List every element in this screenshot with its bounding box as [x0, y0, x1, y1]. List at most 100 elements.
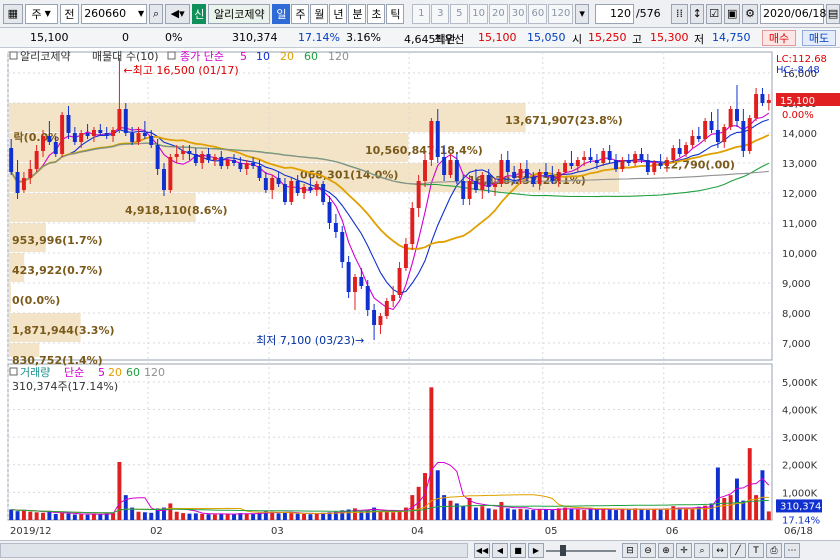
more-icon[interactable]: ⋯ — [784, 543, 800, 558]
candle-body — [130, 133, 135, 142]
zoom-out-icon[interactable]: ⊖ — [640, 543, 656, 558]
minute-tab-30[interactable]: 30 — [508, 3, 528, 24]
zoom-fit-icon[interactable]: ⊟ — [622, 543, 638, 558]
speaker-icon[interactable]: ◀▾ — [164, 3, 191, 24]
candle-body — [21, 178, 26, 190]
volume-bar — [53, 513, 58, 520]
price-change: 0 — [122, 31, 129, 44]
volume-bar — [512, 509, 517, 520]
volume-profile-label: 0(0.0%) — [12, 294, 60, 307]
period-tab-6[interactable]: 틱 — [386, 3, 405, 24]
candle-body — [314, 184, 319, 190]
candle-body — [435, 121, 440, 157]
volume-bar — [359, 511, 364, 520]
price-tick-label: 14,000 — [782, 129, 817, 140]
save-icon[interactable]: ▣ — [724, 3, 741, 24]
settings-icon[interactable]: ⚙ — [742, 3, 759, 24]
volume-bar — [569, 508, 574, 520]
candle-body — [378, 316, 383, 325]
view-tools: ⊟ ⊖ ⊕ ✛ ⌕ ↔ ╱ T ⎙ ⋯ — [622, 543, 800, 558]
candle-body — [47, 136, 52, 142]
volume-bar — [302, 513, 307, 520]
volume-value: 310,374 — [232, 31, 278, 44]
period-tab-2[interactable]: 월 — [310, 3, 329, 24]
play-prev-button[interactable]: ◀ — [492, 543, 508, 558]
volume-bar — [728, 495, 733, 520]
date-tick-label: 06 — [666, 526, 679, 537]
magnify-icon[interactable]: ⌕ — [694, 543, 710, 558]
minute-tab-60[interactable]: 60 — [528, 3, 548, 24]
stock-code-input[interactable]: 260660 ▼ — [81, 3, 148, 24]
arrows-icon[interactable]: ↔ — [712, 543, 728, 558]
chart-menu-icon[interactable]: ▦ — [3, 3, 23, 24]
volume-bar — [722, 497, 727, 520]
market-type-select[interactable]: 주 ▼ — [24, 3, 58, 24]
legend-hc: HC:-8.48 — [776, 65, 820, 76]
volume-bar — [21, 510, 26, 520]
chevron-down-icon: ▼ — [44, 9, 51, 18]
candle-body — [467, 181, 472, 199]
zoom-slider-thumb[interactable] — [560, 545, 566, 556]
zoom-slider[interactable] — [546, 545, 616, 556]
volume-bar — [677, 507, 682, 520]
candle-body — [397, 268, 402, 295]
stock-chart[interactable]: 7,000 8,000 9,000 10,000 11,000 12,000 13,000 1… — [0, 50, 840, 540]
line-tool-icon[interactable]: ╱ — [730, 543, 746, 558]
calendar-icon[interactable]: ▤ — [826, 3, 840, 24]
volume-bar — [448, 500, 453, 520]
buy-button[interactable]: 매수 — [762, 30, 796, 46]
candle-body — [15, 172, 20, 193]
search-icon[interactable]: ⌕ — [149, 3, 163, 24]
minute-tab-20[interactable]: 20 — [489, 3, 508, 24]
volume-bar — [60, 513, 65, 520]
count-input[interactable]: 120 — [595, 3, 634, 24]
play-next-button[interactable]: ▶ — [528, 543, 544, 558]
text-tool-icon[interactable]: T — [748, 543, 764, 558]
candle-body — [123, 109, 128, 133]
period-tab-3[interactable]: 년 — [329, 3, 348, 24]
price-tick-label: 8,000 — [782, 309, 811, 320]
period-tab-0[interactable]: 일 — [272, 3, 291, 24]
volume-profile-label: 13,671,907(23.8%) — [505, 114, 623, 127]
grid-icon[interactable]: ⁞⁞ — [670, 3, 689, 24]
crosshair-icon[interactable]: ✛ — [676, 543, 692, 558]
dropdown-icon[interactable]: ▾ — [575, 3, 590, 24]
chart-area[interactable]: 7,000 8,000 9,000 10,000 11,000 12,000 13,000 1… — [0, 50, 840, 540]
play-prev-fast-button[interactable]: ◀◀ — [474, 543, 490, 558]
candle-body — [270, 178, 275, 190]
print-icon[interactable]: ⎙ — [766, 543, 782, 558]
volume-bar — [308, 514, 313, 520]
candle-body — [505, 160, 510, 172]
candle-body — [340, 232, 345, 262]
volume-bar — [486, 508, 491, 520]
minute-tab-120[interactable]: 120 — [548, 3, 574, 24]
volume-bar — [384, 511, 389, 520]
minute-tab-3[interactable]: 3 — [431, 3, 450, 24]
minute-tab-1[interactable]: 1 — [412, 3, 431, 24]
date-input[interactable]: 2020/06/18 — [760, 3, 826, 24]
period-tab-4[interactable]: 분 — [348, 3, 367, 24]
zoom-in-icon[interactable]: ⊕ — [658, 543, 674, 558]
volume-bar — [244, 513, 249, 520]
scroll-icon[interactable]: ↕ — [690, 3, 705, 24]
volume-bar — [550, 510, 555, 520]
horizontal-scrollbar[interactable] — [0, 543, 468, 558]
period-tab-5[interactable]: 초 — [367, 3, 386, 24]
minute-tab-5[interactable]: 5 — [450, 3, 469, 24]
candle-body — [747, 118, 752, 151]
checkbox-icon[interactable]: ☑ — [706, 3, 723, 24]
market-scope-button[interactable]: 전 — [59, 3, 80, 24]
legend-ma-20: 20 — [280, 50, 294, 63]
candle-body — [588, 157, 593, 160]
volume-bar — [493, 509, 498, 520]
stop-button[interactable]: ■ — [510, 543, 526, 558]
minute-tab-10[interactable]: 10 — [469, 3, 489, 24]
sell-button[interactable]: 매도 — [802, 30, 836, 46]
profile-overlap-label: 068,301(14.0%) — [300, 169, 398, 182]
legend-lc: LC:112.68 — [776, 54, 827, 65]
zoom-slider-track — [546, 550, 616, 552]
price-tick-label: 9,000 — [782, 279, 811, 290]
candle-body — [645, 160, 650, 172]
volume-bar — [193, 513, 198, 520]
period-tab-1[interactable]: 주 — [291, 3, 310, 24]
